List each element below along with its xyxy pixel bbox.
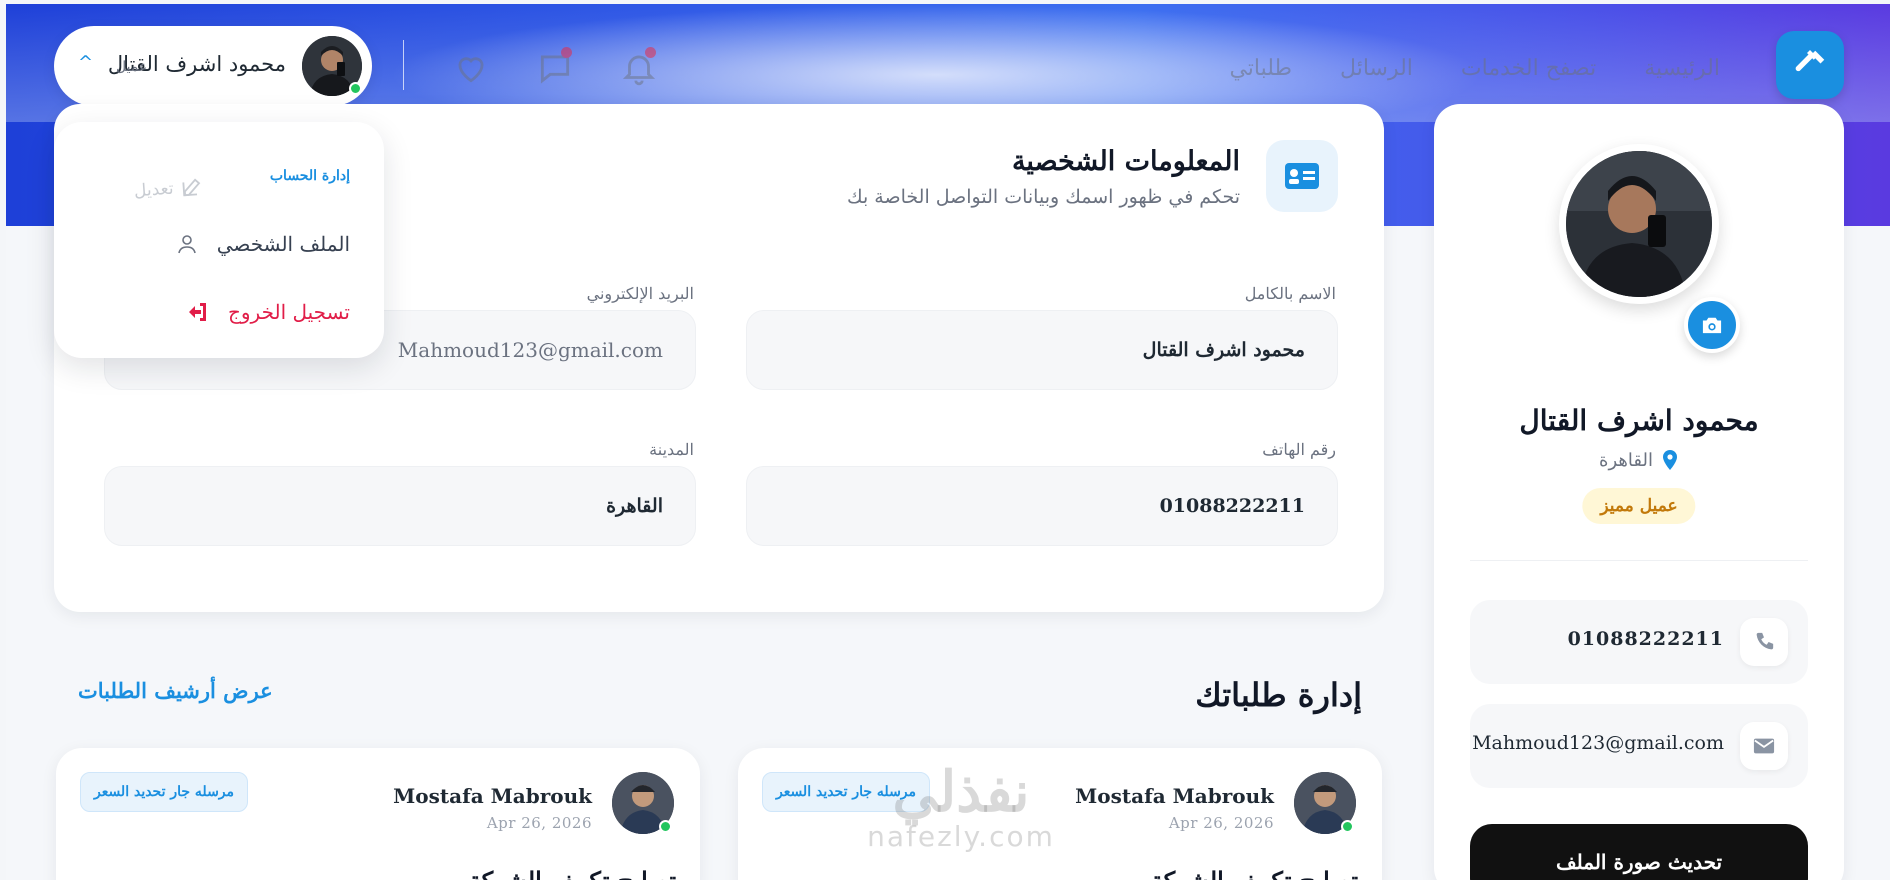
sign-out-icon	[188, 303, 206, 321]
notifications-bell-icon[interactable]	[620, 47, 658, 87]
order-status-badge: مرسله جار تحديد السعر	[80, 772, 248, 812]
orders-archive-link[interactable]: عرض أرشيف الطلبات	[78, 678, 273, 703]
email-label: البريد الإلكتروني	[586, 284, 694, 303]
contact-phone: 01088222211	[1567, 628, 1724, 650]
logout-label: تسجيل الخروج	[227, 300, 350, 324]
provider-name: Mostafa Mabrouk	[1075, 784, 1274, 808]
vip-badge: عميل مميز	[1582, 488, 1696, 524]
phone-field[interactable]: 01088222211	[746, 466, 1338, 546]
profile-divider	[1470, 560, 1808, 561]
orders-title: إدارة طلباتك	[1195, 676, 1362, 714]
order-title: تصليح تكييف الشركة	[1151, 866, 1358, 880]
user-role: عميل	[116, 59, 148, 75]
phone-label: رقم الهاتف	[1262, 440, 1336, 459]
id-card-icon	[1266, 140, 1338, 212]
order-card[interactable]: Mostafa Mabrouk Apr 26, 2026 مرسله جار ت…	[56, 748, 700, 880]
envelope-icon	[1740, 722, 1788, 770]
order-title: تصليح تكييف الشركة	[469, 866, 676, 880]
city-field[interactable]: القاهرة	[104, 466, 696, 546]
user-menu-pill[interactable]: محمود اشرف القتال عميل ^	[54, 26, 372, 106]
account-dropdown: إدارة الحساب تعديل الملف الشخصي تسجيل ال…	[54, 122, 384, 358]
nav-home[interactable]: الرئيسية	[1644, 56, 1720, 81]
order-card[interactable]: Mostafa Mabrouk Apr 26, 2026 مرسله جار ت…	[738, 748, 1382, 880]
favorites-heart-icon[interactable]	[452, 49, 490, 87]
app-window: الرئيسية تصفح الخدمات الرسائل طلباتي محم…	[6, 4, 1890, 880]
chevron-up-icon[interactable]: ^	[78, 52, 93, 73]
profile-location: القاهرة	[1434, 449, 1844, 471]
contact-email-row: Mahmoud123@gmail.com	[1470, 704, 1808, 788]
online-status-dot	[349, 82, 362, 95]
profile-name: محمود اشرف القتال	[1519, 404, 1759, 437]
navbar-divider	[403, 40, 404, 90]
section-title: المعلومات الشخصية	[1011, 146, 1240, 177]
nav-browse-services[interactable]: تصفح الخدمات	[1461, 56, 1596, 81]
location-pin-icon	[1662, 450, 1677, 470]
notification-dot	[645, 47, 656, 58]
phone-icon	[1740, 618, 1788, 666]
profile-menu-item[interactable]: الملف الشخصي	[175, 232, 350, 256]
order-status-badge: مرسله جار تحديد السعر	[762, 772, 930, 812]
change-photo-camera-icon[interactable]	[1684, 297, 1740, 353]
profile-card: محمود اشرف القتال القاهرة عميل مميز 0108…	[1434, 104, 1844, 880]
user-icon	[177, 235, 196, 254]
dropdown-heading: إدارة الحساب	[269, 168, 350, 184]
message-dot	[561, 47, 572, 58]
order-date: Apr 26, 2026	[486, 814, 592, 832]
contact-email: Mahmoud123@gmail.com	[1472, 732, 1724, 754]
profile-label: الملف الشخصي	[216, 232, 350, 256]
city-label: المدينة	[649, 440, 694, 459]
full-name-field[interactable]: محمود اشرف القتال	[746, 310, 1338, 390]
order-date: Apr 26, 2026	[1168, 814, 1274, 832]
update-photo-button[interactable]: تحديث صورة الملف	[1470, 824, 1808, 880]
messages-chat-icon[interactable]	[536, 47, 574, 87]
provider-name: Mostafa Mabrouk	[393, 784, 592, 808]
logo-hammer-icon[interactable]	[1776, 31, 1844, 99]
full-name-label: الاسم بالكامل	[1244, 284, 1336, 303]
edit-pencil-icon	[182, 178, 201, 197]
nav-my-orders[interactable]: طلباتي	[1229, 56, 1292, 81]
profile-avatar	[1559, 144, 1719, 304]
contact-phone-row: 01088222211	[1470, 600, 1808, 684]
section-subtitle: تحكم في ظهور اسمك وبيانات التواصل الخاصة…	[846, 186, 1240, 208]
provider-online-dot	[1341, 820, 1354, 833]
profile-city: القاهرة	[1599, 449, 1653, 471]
provider-online-dot	[659, 820, 672, 833]
edit-menu-item[interactable]: تعديل	[133, 176, 204, 203]
nav-messages[interactable]: الرسائل	[1340, 56, 1413, 81]
logout-menu-item[interactable]: تسجيل الخروج	[186, 300, 350, 324]
edit-label: تعديل	[133, 178, 175, 202]
main-nav: الرئيسية تصفح الخدمات الرسائل طلباتي	[1229, 56, 1720, 81]
